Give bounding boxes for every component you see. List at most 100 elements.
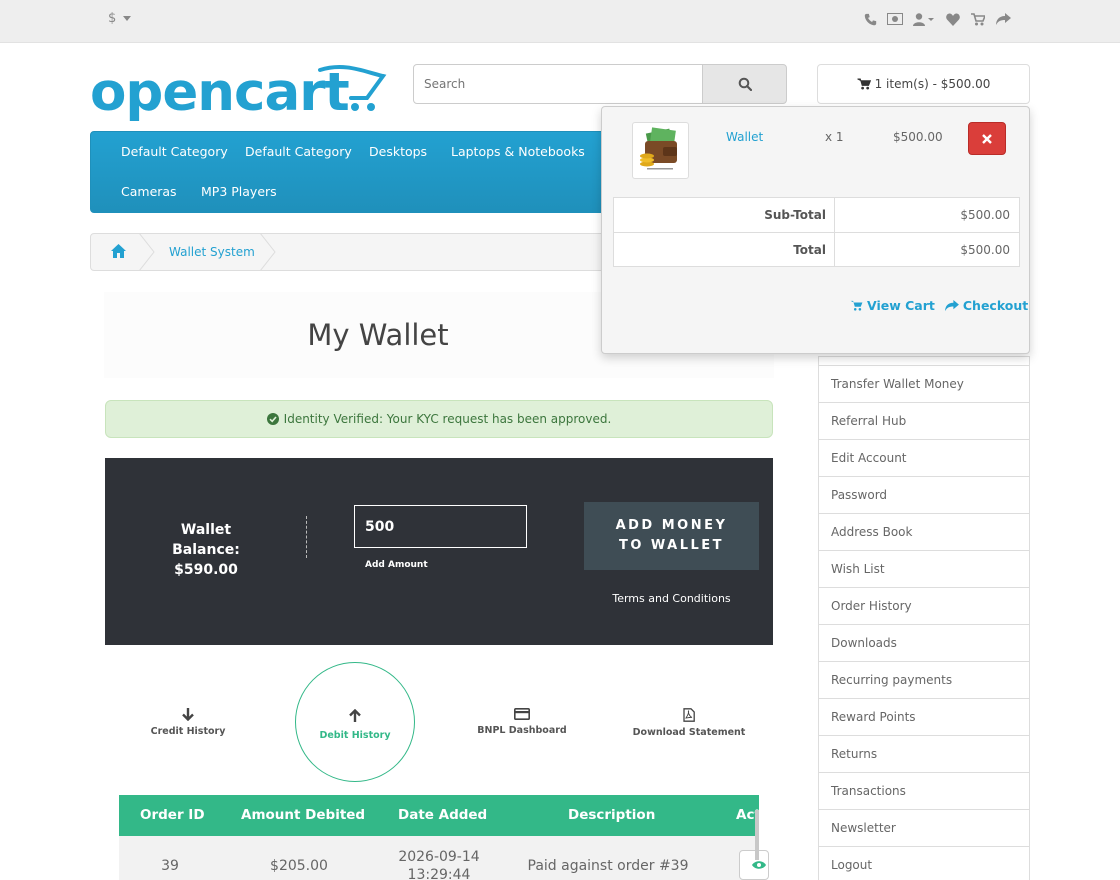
cell-order-id: 39 bbox=[161, 858, 179, 874]
account-list-top bbox=[818, 356, 1030, 366]
currency-dropdown[interactable]: $ bbox=[108, 11, 132, 26]
menu-item-cameras[interactable]: Cameras bbox=[121, 184, 177, 199]
cart-remove-button[interactable] bbox=[968, 122, 1006, 155]
account-item-password[interactable]: Password bbox=[818, 477, 1030, 514]
tab-debit-history[interactable]: Debit History bbox=[295, 709, 415, 741]
close-icon bbox=[982, 133, 992, 144]
account-item-logout[interactable]: Logout bbox=[818, 847, 1030, 880]
column-date-added: Date Added bbox=[398, 807, 488, 823]
eye-icon bbox=[752, 861, 766, 869]
alert-text: Identity Verified: Your KYC request has … bbox=[283, 412, 612, 426]
account-item-referral-hub[interactable]: Referral Hub bbox=[818, 403, 1030, 440]
cart-button-label: 1 item(s) - $500.00 bbox=[874, 77, 991, 91]
account-item-address-book[interactable]: Address Book bbox=[818, 514, 1030, 551]
add-amount-input[interactable] bbox=[354, 505, 527, 548]
tab-credit-history[interactable]: Credit History bbox=[128, 708, 248, 737]
view-cart-link[interactable]: View Cart bbox=[850, 298, 935, 313]
breadcrumb-separator bbox=[138, 233, 155, 271]
menu-item-desktops[interactable]: Desktops bbox=[369, 144, 427, 159]
logo-text: opencart bbox=[90, 62, 350, 123]
wallet-balance-label: Wallet Balance: bbox=[172, 522, 240, 558]
cell-description: Paid against order #39 bbox=[527, 858, 689, 874]
tab-credit-history-label: Credit History bbox=[150, 726, 226, 737]
add-money-line1: ADD MONEY bbox=[615, 518, 728, 533]
account-item-reward-points[interactable]: Reward Points bbox=[818, 699, 1030, 736]
cart-totals: Sub-Total $500.00 Total $500.00 bbox=[613, 197, 1020, 267]
tab-bnpl-dashboard[interactable]: BNPL Dashboard bbox=[462, 708, 582, 736]
search-icon bbox=[738, 77, 752, 91]
pdf-file-icon bbox=[683, 708, 695, 722]
account-item-wish-list[interactable]: Wish List bbox=[818, 551, 1030, 588]
heart-icon[interactable] bbox=[945, 10, 961, 28]
wallet-product-image bbox=[640, 127, 677, 170]
subtotal-label: Sub-Total bbox=[614, 198, 835, 232]
menu-item-mp3-players[interactable]: MP3 Players bbox=[201, 184, 277, 199]
checkout-link[interactable]: Checkout bbox=[944, 298, 1029, 313]
caret-down-icon bbox=[123, 15, 132, 21]
add-amount-label: Add Amount bbox=[365, 560, 428, 570]
logo-cart-swoosh bbox=[318, 65, 387, 111]
cell-amount: $205.00 bbox=[270, 858, 328, 874]
breadcrumb-item-wallet-system[interactable]: Wallet System bbox=[169, 245, 255, 259]
wallet-balance-value: $590.00 bbox=[174, 562, 238, 578]
home-icon[interactable] bbox=[111, 244, 126, 258]
account-item-order-history[interactable]: Order History bbox=[818, 588, 1030, 625]
check-circle-icon bbox=[266, 413, 279, 425]
add-money-button[interactable]: ADD MONEY TO WALLET bbox=[584, 502, 759, 570]
shopping-cart-icon bbox=[856, 78, 871, 90]
account-item-downloads[interactable]: Downloads bbox=[818, 625, 1030, 662]
cart-item-name[interactable]: Wallet bbox=[726, 130, 763, 144]
table-row: 39 $205.00 2026-09-14 13:29:44 Paid agai… bbox=[119, 836, 769, 880]
column-amount-debited: Amount Debited bbox=[241, 807, 366, 823]
total-label: Total bbox=[614, 233, 835, 266]
menu-item-default-category-2[interactable]: Default Category bbox=[245, 144, 352, 159]
wallet-divider bbox=[306, 516, 307, 558]
shopping-cart-icon bbox=[850, 300, 863, 311]
kyc-success-alert: Identity Verified: Your KYC request has … bbox=[105, 400, 773, 438]
cell-date-time: 13:29:44 bbox=[407, 867, 471, 880]
cell-date: 2026-09-14 13:29:44 bbox=[379, 848, 499, 880]
debit-table-header: Order ID Amount Debited Date Added Descr… bbox=[119, 795, 761, 836]
cart-button[interactable]: 1 item(s) - $500.00 bbox=[817, 64, 1030, 104]
view-cart-label: View Cart bbox=[867, 298, 935, 313]
view-order-button[interactable] bbox=[739, 850, 769, 880]
arrow-up-icon bbox=[349, 709, 361, 722]
search-input[interactable] bbox=[413, 64, 703, 104]
account-item-returns[interactable]: Returns bbox=[818, 736, 1030, 773]
account-item-transactions[interactable]: Transactions bbox=[818, 773, 1030, 810]
account-item-newsletter[interactable]: Newsletter bbox=[818, 810, 1030, 847]
arrow-down-icon bbox=[182, 708, 194, 721]
breadcrumb-separator bbox=[259, 233, 276, 271]
top-bar: $ bbox=[0, 0, 1120, 43]
user-icon[interactable] bbox=[912, 10, 936, 28]
tab-debit-history-label: Debit History bbox=[319, 730, 391, 741]
account-item-recurring-payments[interactable]: Recurring payments bbox=[818, 662, 1030, 699]
opencart-logo[interactable]: opencart bbox=[90, 60, 390, 126]
menu-item-default-category[interactable]: Default Category bbox=[121, 144, 228, 159]
phone-icon[interactable] bbox=[862, 10, 878, 28]
money-icon[interactable] bbox=[887, 10, 903, 28]
credit-card-icon bbox=[514, 708, 530, 720]
menu-item-laptops[interactable]: Laptops & Notebooks bbox=[451, 144, 585, 159]
column-description: Description bbox=[568, 807, 656, 823]
shopping-cart-icon[interactable] bbox=[970, 10, 986, 28]
checkout-label: Checkout bbox=[962, 298, 1029, 313]
column-order-id: Order ID bbox=[140, 807, 205, 823]
share-icon[interactable] bbox=[995, 10, 1011, 28]
add-money-line2: TO WALLET bbox=[618, 538, 725, 553]
cell-date-day: 2026-09-14 bbox=[398, 849, 480, 865]
terms-link[interactable]: Terms and Conditions bbox=[584, 592, 759, 605]
search-button[interactable] bbox=[702, 64, 787, 104]
cart-item-qty: x 1 bbox=[825, 130, 844, 144]
page-title: My Wallet bbox=[307, 318, 449, 352]
cart-item-price: $500.00 bbox=[893, 130, 943, 144]
share-icon bbox=[944, 299, 959, 311]
account-item-edit-account[interactable]: Edit Account bbox=[818, 440, 1030, 477]
wallet-balance: Wallet Balance: $590.00 bbox=[147, 520, 265, 580]
cart-item-thumbnail[interactable] bbox=[632, 122, 689, 179]
tab-download-statement[interactable]: Download Statement bbox=[629, 708, 749, 738]
subtotal-value: $500.00 bbox=[960, 208, 1010, 222]
table-scrollbar[interactable] bbox=[755, 810, 759, 860]
cart-item-row: Wallet x 1 $500.00 bbox=[602, 114, 1029, 192]
account-item-transfer-wallet-money[interactable]: Transfer Wallet Money bbox=[818, 366, 1030, 403]
